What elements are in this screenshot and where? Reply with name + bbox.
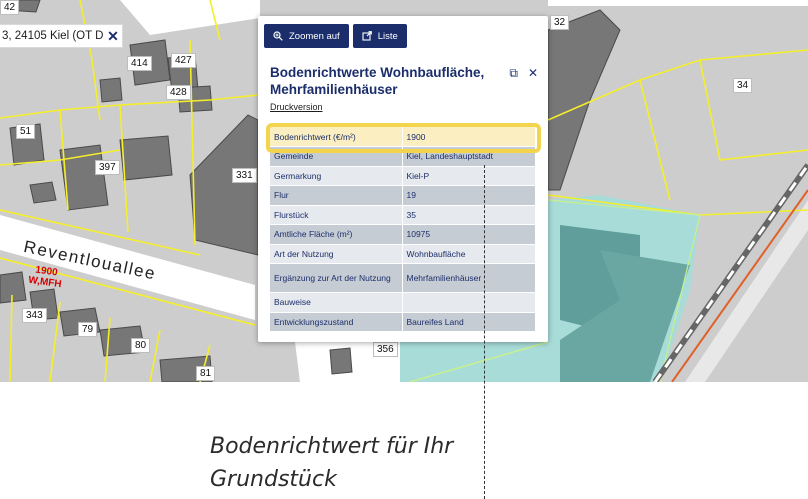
attribute-value: Kiel-P (402, 166, 535, 186)
close-icon[interactable]: ✕ (528, 66, 538, 81)
attribute-key: Flurstück (270, 205, 403, 225)
list-button[interactable]: Liste (352, 24, 407, 48)
caption: Bodenrichtwert für Ihr Grundstück (210, 430, 480, 496)
external-link-icon (362, 31, 372, 41)
search-result-chip[interactable]: 3, 24105 Kiel (OT Dü ✕ (0, 24, 123, 48)
attribute-value: Baureifes Land (402, 312, 535, 332)
attribute-value: 19 (402, 185, 535, 206)
parcel-label: 42 (0, 0, 20, 15)
caption-line: Bodenrichtwert für Ihr (210, 434, 454, 459)
parcel-label: 81 (196, 366, 216, 381)
popup-controls: ⧉ ✕ (509, 66, 538, 81)
print-version-link[interactable]: Druckversion (270, 102, 323, 112)
callout-line (484, 165, 485, 499)
caption-line: Grundstück (210, 467, 337, 492)
table-row: Germarkung Kiel-P (270, 166, 535, 186)
zoom-icon (273, 31, 283, 41)
close-icon[interactable]: ✕ (104, 28, 122, 45)
detach-icon[interactable]: ⧉ (509, 66, 518, 81)
attribute-table: Bodenrichtwert (€/m²) 1900 Gemeinde Kiel… (270, 127, 535, 332)
attribute-key: Ergänzung zur Art der Nutzung (270, 263, 403, 293)
map-view[interactable]: 42 414 427 428 51 397 331 343 79 80 81 3… (0, 0, 808, 382)
table-row: Art der Nutzung Wohnbaufläche (270, 244, 535, 264)
zoom-to-label: Zoomen auf (289, 30, 340, 42)
table-row: Flurstück 35 (270, 205, 535, 225)
attribute-value: Wohnbaufläche (402, 244, 535, 264)
attribute-value (402, 292, 535, 313)
zoom-to-button[interactable]: Zoomen auf (264, 24, 349, 48)
parcel-label: 427 (171, 53, 196, 68)
land-value-marker: 1900 W,MFH (28, 264, 64, 291)
table-row: Entwicklungszustand Baureifes Land (270, 312, 535, 332)
parcel-label: 80 (131, 338, 151, 353)
attribute-value: Mehrfamilienhäuser (402, 263, 535, 293)
attribute-value: 10975 (402, 224, 535, 245)
attribute-key: Bauweise (270, 292, 403, 313)
feature-info-popup: Zoomen auf Liste Bodenrichtwerte Wohnbau… (258, 16, 548, 342)
parcel-label: 428 (166, 85, 191, 100)
list-label: Liste (377, 30, 398, 42)
parcel-label: 397 (95, 160, 120, 175)
parcel-label: 331 (232, 168, 257, 183)
highlight-frame (266, 123, 541, 153)
attribute-key: Art der Nutzung (270, 244, 403, 264)
parcel-label: 32 (550, 15, 570, 30)
parcel-label: 356 (373, 342, 398, 357)
parcel-label: 34 (733, 78, 753, 93)
popup-title: Bodenrichtwerte Wohnbaufläche, Mehrfamil… (270, 65, 485, 97)
parcel-label: 51 (16, 124, 36, 139)
popup-toolbar: Zoomen auf Liste (264, 24, 407, 48)
table-row: Ergänzung zur Art der Nutzung Mehrfamili… (270, 263, 535, 293)
table-row: Amtliche Fläche (m²) 10975 (270, 224, 535, 245)
parcel-label: 343 (22, 308, 47, 323)
attribute-key: Entwicklungszustand (270, 312, 403, 332)
parcel-label: 414 (127, 56, 152, 71)
table-row: Bauweise (270, 292, 535, 313)
parcel-label: 79 (78, 322, 98, 337)
attribute-key: Flur (270, 185, 403, 206)
attribute-value: 35 (402, 205, 535, 225)
attribute-key: Germarkung (270, 166, 403, 186)
attribute-key: Amtliche Fläche (m²) (270, 224, 403, 245)
search-result-text: 3, 24105 Kiel (OT Dü (2, 30, 104, 42)
table-row: Flur 19 (270, 185, 535, 206)
